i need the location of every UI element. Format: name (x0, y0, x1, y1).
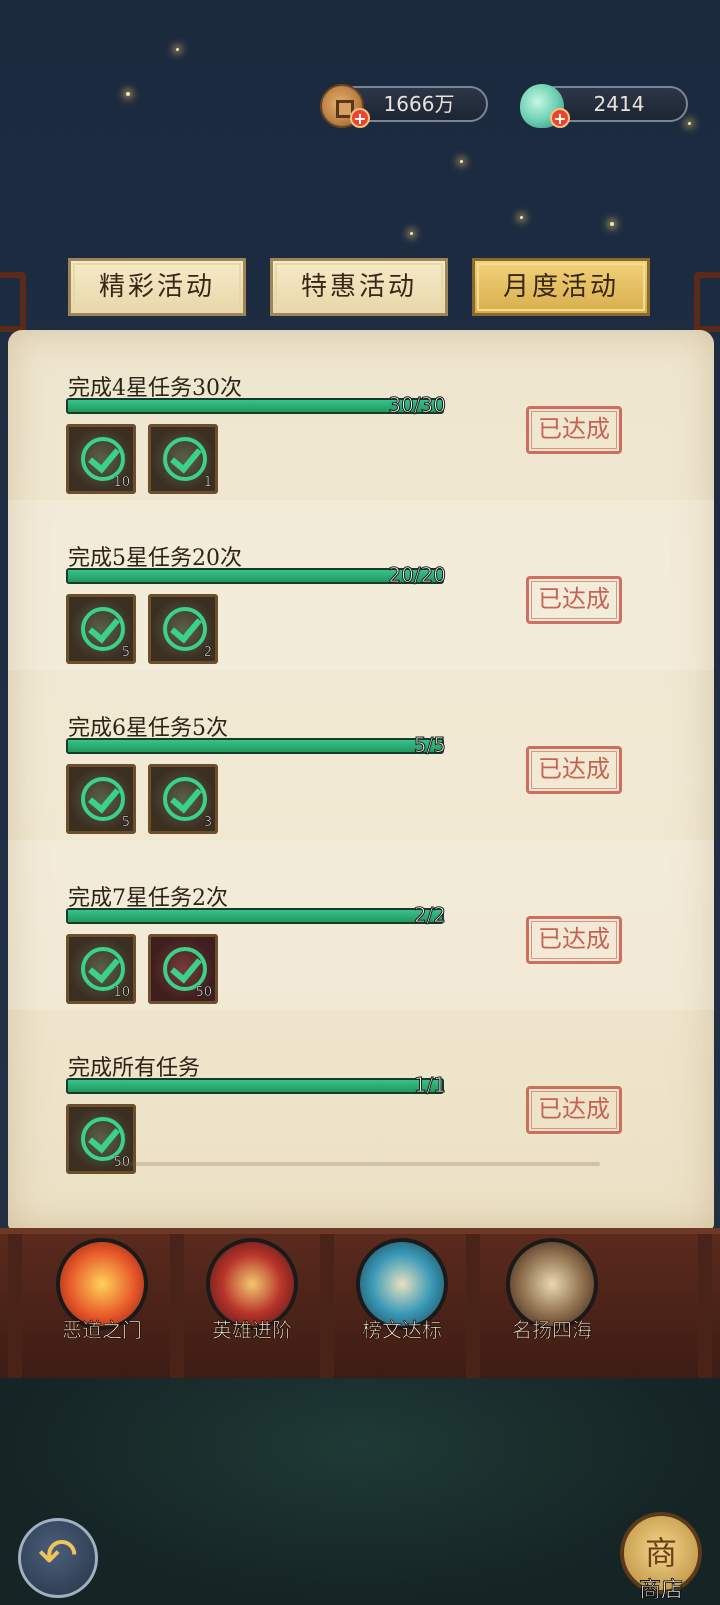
coin-counter[interactable]: + 1666万 (320, 84, 490, 128)
forest-ground-background (0, 1378, 720, 1605)
reward-count: 3 (203, 815, 212, 831)
reward-item[interactable]: 2 (148, 594, 218, 664)
completed-stamp: 已达成 (526, 916, 622, 964)
reward-item[interactable]: 3 (148, 764, 218, 834)
completed-stamp: 已达成 (526, 1086, 622, 1134)
nav-notice-board[interactable]: 榜文达标 (342, 1238, 462, 1358)
reward-count: 10 (113, 475, 130, 491)
task-row: 完成5星任务20次 20/20 5 2 已达成 (8, 500, 714, 670)
progress-fill (68, 400, 442, 412)
reward-item[interactable]: 5 (66, 594, 136, 664)
tab-featured-events[interactable]: 精彩活动 (68, 258, 246, 316)
task-row: 完成7星任务2次 2/2 10 50 已达成 (8, 840, 714, 1010)
progress-bar (66, 568, 444, 584)
completed-stamp: 已达成 (526, 576, 622, 624)
progress-text: 2/2 (413, 903, 446, 928)
frame-post (170, 1234, 184, 1384)
scroll-bottom-edge (120, 1162, 600, 1166)
frame-post (466, 1234, 480, 1384)
claimed-check-icon (163, 777, 207, 821)
frame-post (320, 1234, 334, 1384)
claimed-check-icon (163, 437, 207, 481)
completed-stamp: 已达成 (526, 746, 622, 794)
nav-label: 榜文达标 (362, 1318, 443, 1343)
reward-item[interactable]: 10 (66, 934, 136, 1004)
progress-bar (66, 908, 444, 924)
progress-bar (66, 738, 444, 754)
nav-evil-gate[interactable]: 恶道之门 (42, 1238, 162, 1358)
reward-item[interactable]: 10 (66, 424, 136, 494)
progress-bar (66, 398, 444, 414)
progress-text: 1/1 (413, 1073, 446, 1098)
nav-label: 恶道之门 (62, 1318, 143, 1343)
task-row: 完成所有任务 1/1 50 已达成 (8, 1010, 714, 1180)
reward-count: 2 (203, 645, 212, 661)
shop-icon: 商 (644, 1534, 677, 1572)
reward-item[interactable]: 1 (148, 424, 218, 494)
task-list-panel[interactable]: 完成4星任务30次 30/30 10 1 已达成 完成5星任务20次 20/20… (8, 330, 714, 1230)
progress-fill (68, 740, 442, 752)
task-row: 完成4星任务30次 30/30 10 1 已达成 (8, 330, 714, 500)
tab-discount-events[interactable]: 特惠活动 (270, 258, 448, 316)
reward-item[interactable]: 5 (66, 764, 136, 834)
nav-famous-seas[interactable]: 名扬四海 (492, 1238, 612, 1358)
right-frame-ornament (694, 272, 720, 332)
reward-count: 50 (195, 985, 212, 1001)
reward-count: 5 (121, 645, 130, 661)
add-jade-icon[interactable]: + (550, 108, 570, 128)
task-row: 完成6星任务5次 5/5 5 3 已达成 (8, 670, 714, 840)
progress-text: 20/20 (388, 563, 447, 588)
frame-post (698, 1234, 712, 1384)
add-coin-icon[interactable]: + (350, 108, 370, 128)
progress-text: 30/30 (388, 393, 447, 418)
nav-label: 英雄进阶 (212, 1318, 293, 1343)
claimed-check-icon (81, 607, 125, 651)
back-button[interactable]: ↶ (18, 1518, 98, 1598)
tab-monthly-events[interactable]: 月度活动 (472, 258, 650, 316)
progress-text: 5/5 (413, 733, 446, 758)
completed-stamp: 已达成 (526, 406, 622, 454)
progress-fill (68, 570, 442, 582)
reward-count: 1 (203, 475, 212, 491)
coin-amount: 1666万 (350, 86, 488, 122)
progress-fill (68, 910, 442, 922)
progress-fill (68, 1080, 442, 1092)
progress-bar (66, 1078, 444, 1094)
back-arrow-icon: ↶ (37, 1528, 79, 1584)
frame-post (8, 1234, 22, 1384)
reward-count: 10 (113, 985, 130, 1001)
jade-amount: 2414 (550, 86, 688, 122)
reward-count: 5 (121, 815, 130, 831)
nav-hero-advance[interactable]: 英雄进阶 (192, 1238, 312, 1358)
claimed-check-icon (81, 777, 125, 821)
reward-item[interactable]: 50 (148, 934, 218, 1004)
nav-label: 名扬四海 (512, 1318, 593, 1343)
claimed-check-icon (163, 607, 207, 651)
shop-label: 商店 (638, 1578, 684, 1604)
jade-counter[interactable]: + 2414 (520, 84, 700, 128)
left-frame-ornament (0, 272, 26, 332)
